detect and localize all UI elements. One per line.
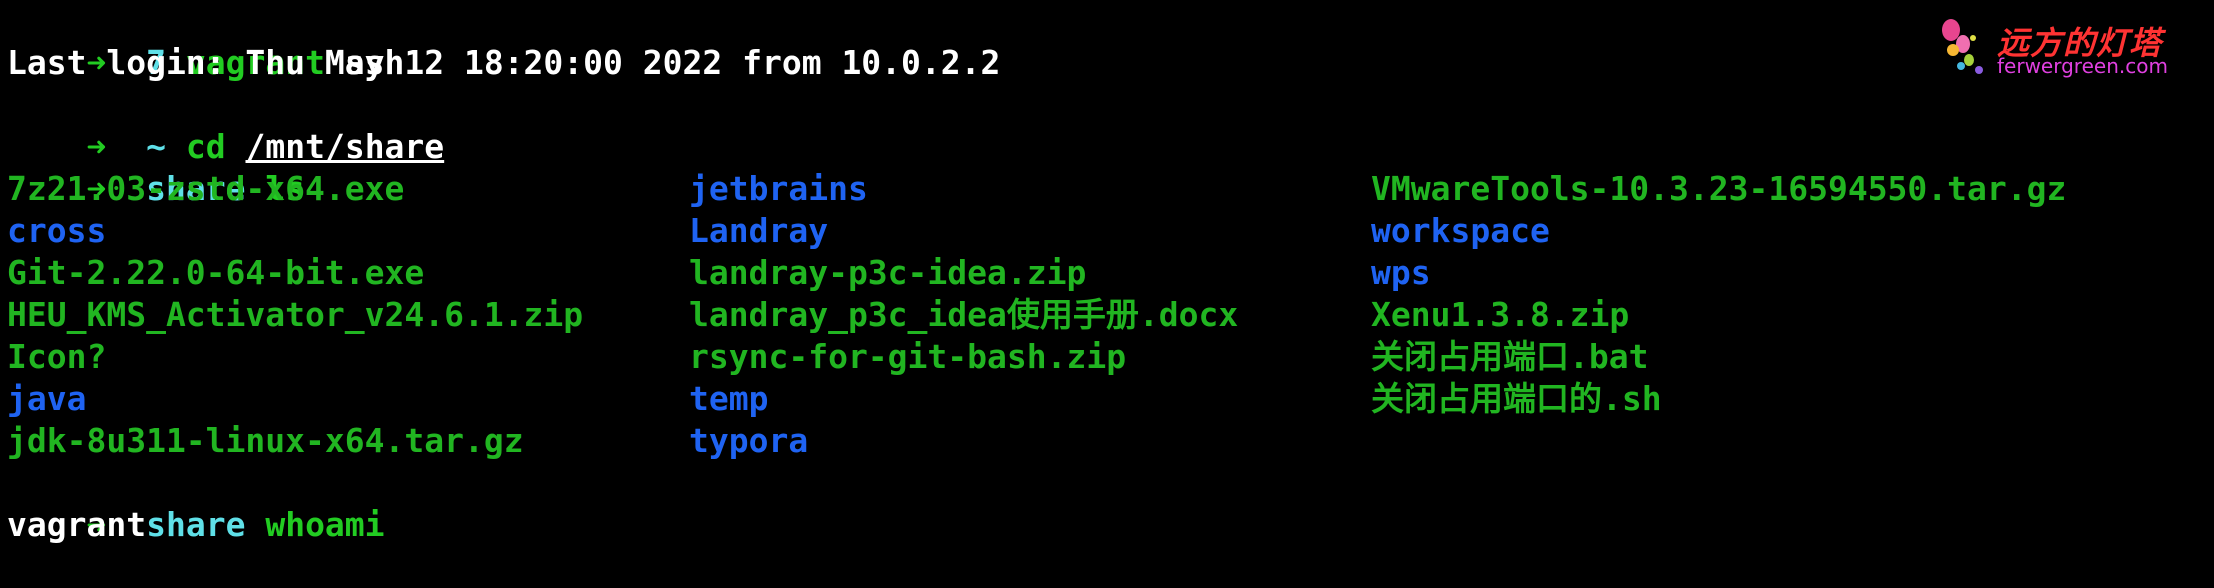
ls-column-1: 7z21.03-zstd-x64.exe cross Git-2.22.0-64-b… bbox=[7, 168, 689, 462]
directory-entry: cross bbox=[7, 211, 107, 250]
directory-entry: typora bbox=[689, 421, 809, 460]
command-text: cd bbox=[185, 127, 226, 166]
file-entry: rsync-for-git-bash.zip bbox=[689, 337, 1127, 376]
prompt-line-cd: ➜ ~ cd /mnt/share bbox=[7, 84, 2207, 166]
command-text: whoami bbox=[265, 505, 385, 544]
watermark-domain-text: ferwergreen.com bbox=[1997, 54, 2168, 78]
file-entry: 关闭占用端口.bat bbox=[1371, 337, 1649, 376]
ls-listing: 7z21.03-zstd-x64.exe cross Git-2.22.0-64-b… bbox=[7, 168, 2207, 462]
prompt-directory: ~ bbox=[146, 127, 166, 166]
prompt-line-vagrant-ssh: ➜ 7 vagrant ssh bbox=[7, 0, 2207, 82]
prompt-line-whoami: ➜ share whoami bbox=[7, 462, 2207, 544]
directory-entry: java bbox=[7, 379, 87, 418]
flower-logo-icon bbox=[1942, 19, 1983, 74]
file-entry: Git-2.22.0-64-bit.exe bbox=[7, 253, 425, 292]
file-entry: jdk-8u311-linux-x64.tar.gz bbox=[7, 421, 524, 460]
file-entry: landray-p3c-idea.zip bbox=[689, 253, 1087, 292]
file-entry: HEU_KMS_Activator_v24.6.1.zip bbox=[7, 295, 584, 334]
directory-entry: temp bbox=[689, 379, 769, 418]
prompt-directory: share bbox=[146, 505, 246, 544]
watermark-logo: 远方的灯塔 ferwergreen.com bbox=[1935, 16, 2185, 86]
file-entry: Icon? bbox=[7, 337, 107, 376]
ls-column-2: jetbrains Landray landray-p3c-idea.zip land… bbox=[689, 168, 1371, 462]
ls-column-3: VMwareTools-10.3.23-16594550.tar.gz works… bbox=[1371, 168, 2171, 462]
directory-entry: Landray bbox=[689, 211, 829, 250]
file-entry: Xenu1.3.8.zip bbox=[1371, 295, 1630, 334]
directory-entry: wps bbox=[1371, 253, 1431, 292]
file-entry: 关闭占用端口的.sh bbox=[1371, 379, 1662, 418]
file-entry: landray_p3c_idea使用手册.docx bbox=[689, 295, 1239, 334]
terminal-output[interactable]: ➜ 7 vagrant ssh Last login: Thu May 12 1… bbox=[7, 0, 2207, 546]
last-login-line: Last login: Thu May 12 18:20:00 2022 fro… bbox=[7, 43, 1001, 82]
command-path-arg: /mnt/share bbox=[245, 127, 445, 166]
directory-entry: jetbrains bbox=[689, 169, 868, 208]
directory-entry: workspace bbox=[1371, 211, 1550, 250]
file-entry: VMwareTools-10.3.23-16594550.tar.gz bbox=[1371, 169, 2067, 208]
prompt-arrow-icon: ➜ bbox=[86, 127, 107, 166]
file-entry: 7z21.03-zstd-x64.exe bbox=[7, 169, 405, 208]
